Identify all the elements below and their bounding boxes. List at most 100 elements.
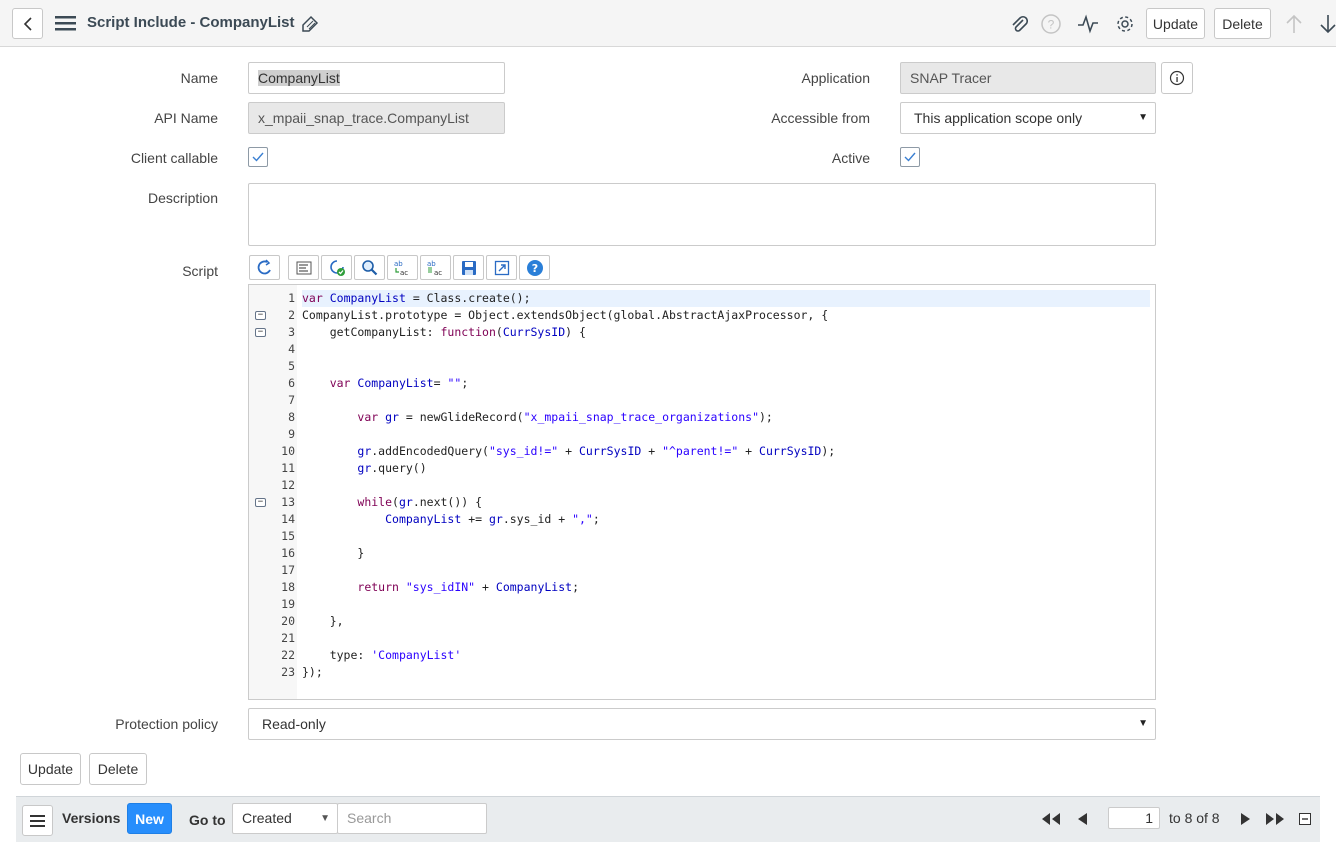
svg-text:ab: ab (394, 260, 403, 268)
paperclip-icon[interactable] (1008, 13, 1030, 35)
context-menu-icon[interactable] (54, 14, 76, 32)
code-text: CompanyList.prototype = Object.extendsOb… (302, 308, 829, 322)
client-callable-checkbox[interactable] (248, 147, 268, 167)
script-debug-button[interactable] (321, 255, 352, 280)
name-field[interactable]: CompanyList (248, 62, 505, 94)
line-number: 14 (281, 512, 295, 526)
save-icon (461, 260, 476, 275)
code-line[interactable]: 17 (249, 562, 1155, 579)
accessible-from-select[interactable]: This application scope only ▼ (900, 102, 1156, 134)
tag-icon[interactable] (299, 13, 321, 35)
description-textarea[interactable] (248, 183, 1156, 246)
code-line[interactable]: 20 }, (249, 613, 1155, 630)
fullscreen-button[interactable] (486, 255, 517, 280)
line-number: 9 (288, 427, 295, 441)
next-page-icon[interactable] (1238, 809, 1254, 829)
replace-all-icon: abac (427, 260, 442, 277)
protection-policy-value: Read-only (262, 716, 326, 732)
previous-page-icon[interactable] (1074, 809, 1090, 829)
code-line[interactable]: 7 (249, 392, 1155, 409)
fold-toggle-icon[interactable]: − (255, 311, 266, 320)
line-number: 11 (281, 461, 295, 475)
format-code-button[interactable] (288, 255, 319, 280)
delete-button[interactable]: Delete (89, 753, 147, 785)
code-line[interactable]: 19 (249, 596, 1155, 613)
toggle-syntax-button[interactable] (249, 255, 280, 280)
gear-icon[interactable] (1114, 13, 1136, 35)
code-line[interactable]: 1 var CompanyList = Class.create(); (249, 290, 1155, 307)
last-page-icon[interactable] (1264, 809, 1286, 829)
code-line[interactable]: 10 gr.addEncodedQuery("sys_id!=" + CurrS… (249, 443, 1155, 460)
code-line[interactable]: 14 CompanyList += gr.sys_id + ","; (249, 511, 1155, 528)
svg-text:?: ? (1048, 18, 1055, 32)
help-circle-icon[interactable]: ? (1040, 13, 1062, 35)
code-line[interactable]: 16 } (249, 545, 1155, 562)
client-callable-label: Client callable (130, 150, 218, 166)
caret-down-icon: ▼ (1138, 718, 1148, 729)
code-line[interactable]: − 2 CompanyList.prototype = Object.extends… (249, 307, 1155, 324)
code-line[interactable]: 22 type: 'CompanyList' (249, 647, 1155, 664)
collapse-list-icon[interactable] (1298, 812, 1312, 826)
code-line[interactable]: 11 gr.query() (249, 460, 1155, 477)
code-line[interactable]: 8 var gr = newGlideRecord("x_mpaii_snap_… (249, 409, 1155, 426)
name-label: Name (180, 70, 218, 86)
code-line[interactable]: 23}); (249, 664, 1155, 681)
page-title: Script Include - CompanyList (87, 14, 295, 31)
toggle-syntax-icon (257, 258, 271, 274)
code-line[interactable]: 21 (249, 630, 1155, 647)
replace-button[interactable]: ab ac (387, 255, 418, 280)
api-name-field: x_mpaii_snap_trace.CompanyList (248, 102, 505, 134)
code-text: var CompanyList = Class.create(); (302, 290, 1150, 307)
active-checkbox[interactable] (900, 147, 920, 167)
page-number-input[interactable]: 1 (1108, 807, 1160, 829)
fold-toggle-icon[interactable]: − (255, 498, 266, 507)
header-update-button[interactable]: Update (1146, 8, 1205, 39)
name-value: CompanyList (258, 70, 340, 86)
code-text: }, (302, 614, 344, 628)
list-menu-button[interactable] (22, 805, 53, 836)
code-line[interactable]: 15 (249, 528, 1155, 545)
application-label: Application (801, 70, 871, 86)
script-editor[interactable]: 1 var CompanyList = Class.create(); − 2 Comp… (248, 284, 1156, 700)
code-line[interactable]: 12 (249, 477, 1155, 494)
goto-label: Go to (189, 812, 226, 828)
search-button[interactable] (354, 255, 385, 280)
related-list-title: Versions (62, 810, 121, 826)
line-number: 20 (281, 614, 295, 628)
new-button[interactable]: New (127, 803, 172, 834)
hamburger-icon (30, 814, 45, 827)
code-line[interactable]: 4 (249, 341, 1155, 358)
goto-field-value: Created (242, 810, 292, 826)
line-number: 6 (288, 376, 295, 390)
caret-down-icon: ▼ (320, 813, 330, 824)
code-text: } (302, 546, 365, 560)
format-code-icon (296, 261, 311, 274)
script-help-button[interactable]: ? (519, 255, 550, 280)
fold-toggle-icon[interactable]: − (255, 328, 266, 337)
header-delete-button[interactable]: Delete (1214, 8, 1271, 39)
application-info-button[interactable] (1161, 62, 1193, 94)
protection-policy-label: Protection policy (115, 716, 218, 732)
code-line[interactable]: 18 return "sys_idIN" + CompanyList; (249, 579, 1155, 596)
arrow-up-icon[interactable] (1284, 12, 1304, 36)
first-page-icon[interactable] (1040, 809, 1062, 829)
save-button[interactable] (453, 255, 484, 280)
code-text: CompanyList += gr.sys_id + ","; (385, 512, 600, 526)
arrow-down-icon[interactable] (1318, 12, 1336, 36)
code-line[interactable]: 6 var CompanyList= ""; (249, 375, 1155, 392)
goto-field-select[interactable]: Created ▼ (232, 803, 338, 834)
code-line[interactable]: − 3 getCompanyList: function(CurrSysID) { (249, 324, 1155, 341)
code-line[interactable]: − 13 while(gr.next()) { (249, 494, 1155, 511)
code-line[interactable]: 9 (249, 426, 1155, 443)
code-line[interactable]: 5 (249, 358, 1155, 375)
update-button[interactable]: Update (20, 753, 81, 785)
back-button[interactable] (12, 8, 43, 39)
activity-pulse-icon[interactable] (1076, 13, 1100, 35)
accessible-from-label: Accessible from (771, 110, 870, 126)
list-search-input[interactable]: Search (337, 803, 487, 834)
line-number: 16 (281, 546, 295, 560)
replace-all-button[interactable]: ab ac (420, 255, 451, 280)
active-label: Active (831, 150, 870, 166)
protection-policy-select[interactable]: Read-only ▼ (248, 708, 1156, 740)
